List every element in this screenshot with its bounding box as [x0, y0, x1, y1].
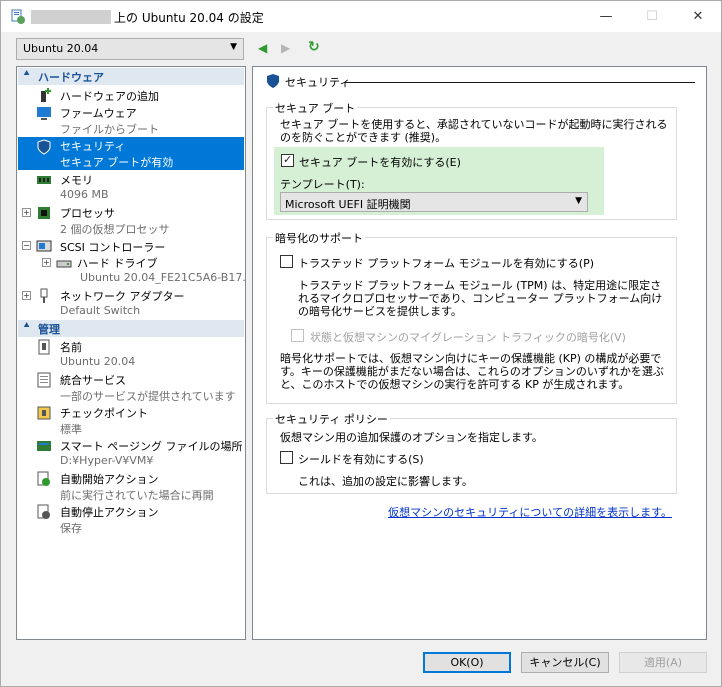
- ok-button[interactable]: OK(O): [423, 652, 511, 673]
- firmware-icon: [37, 107, 51, 120]
- encryption-group-title: 暗号化のサポート: [273, 230, 365, 246]
- sidebar-item-firmware[interactable]: ファームウェア ファイルからブート: [18, 104, 244, 137]
- cancel-button[interactable]: キャンセル(C): [521, 652, 609, 673]
- integration-services-icon: [37, 372, 51, 388]
- settings-window: 上の Ubuntu 20.04 の設定 — ☐ ✕ Ubuntu 20.04 ▼…: [0, 0, 722, 687]
- secure-boot-group: セキュア ブート セキュア ブートを使用すると、承認されていないコードが起動時に…: [266, 100, 677, 220]
- title-bar: 上の Ubuntu 20.04 の設定 — ☐ ✕: [1, 1, 721, 32]
- add-hardware-icon: [41, 88, 51, 102]
- migration-encryption-label: 状態と仮想マシンのマイグレーション トラフィックの暗号化(V): [310, 331, 626, 344]
- page-header: セキュリティ: [265, 73, 695, 91]
- minimize-button[interactable]: —: [583, 1, 629, 32]
- security-settings-panel: セキュリティ セキュア ブート セキュア ブートを使用すると、承認されていないコ…: [252, 66, 707, 640]
- tpm-description: トラステッド プラットフォーム モジュール (TPM) は、特定用途に限定される…: [298, 279, 663, 318]
- sidebar-item-processor[interactable]: + プロセッサ 2 個の仮想プロセッサ: [18, 204, 244, 237]
- maximize-button: ☐: [646, 9, 658, 24]
- management-section-header[interactable]: ⯅ 管理: [18, 320, 244, 337]
- key-protector-description: 暗号化サポートでは、仮想マシン向けにキーの保護機能 (KP) の構成が必要です。…: [280, 352, 664, 391]
- sidebar-item-auto-stop[interactable]: 自動停止アクション 保存: [18, 503, 244, 536]
- sidebar-item-integration-services[interactable]: 統合サービス 一部のサービスが提供されています: [18, 371, 244, 404]
- shield-icon: [267, 74, 279, 88]
- collapse-icon: ⯅: [23, 321, 31, 331]
- back-arrow-icon[interactable]: ◀: [258, 41, 267, 55]
- tpm-checkbox-label[interactable]: トラステッド プラットフォーム モジュールを有効にする(P): [298, 255, 594, 271]
- vm-selector-value: Ubuntu 20.04: [23, 42, 99, 55]
- scsi-controller-icon: [36, 240, 52, 252]
- sidebar-item-memory[interactable]: メモリ 4096 MB: [18, 171, 244, 204]
- secure-boot-checkbox[interactable]: [281, 153, 294, 167]
- close-button[interactable]: ✕: [675, 1, 721, 32]
- auto-start-icon: [37, 471, 50, 486]
- window-title: 上の Ubuntu 20.04 の設定: [114, 11, 264, 25]
- expand-icon[interactable]: +: [22, 291, 31, 300]
- sidebar-item-hard-drive[interactable]: + ハード ドライブ Ubuntu 20.04_FE21C5A6-B17...: [18, 254, 245, 287]
- security-policy-description: 仮想マシン用の追加保護のオプションを指定します。: [280, 431, 543, 444]
- expand-icon[interactable]: +: [22, 208, 31, 217]
- sidebar-item-checkpoint[interactable]: チェックポイント 標準: [18, 404, 244, 437]
- network-adapter-icon: [40, 288, 48, 303]
- vm-selector[interactable]: Ubuntu 20.04 ▼: [16, 38, 244, 60]
- chevron-down-icon: ▼: [575, 196, 582, 206]
- auto-stop-icon: [37, 504, 50, 519]
- expand-icon[interactable]: +: [42, 258, 51, 267]
- security-policy-group-title: セキュリティ ポリシー: [273, 411, 390, 427]
- refresh-icon[interactable]: ↻: [308, 39, 320, 55]
- chevron-down-icon: ▼: [230, 42, 237, 52]
- sidebar-item-security[interactable]: セキュリティ セキュア ブートが有効: [18, 137, 244, 170]
- shield-icon: [37, 139, 51, 155]
- security-policy-group: セキュリティ ポリシー 仮想マシン用の追加保護のオプションを指定します。 シール…: [266, 411, 677, 494]
- shield-checkbox-label[interactable]: シールドを有効にする(S): [298, 451, 424, 467]
- page-title: セキュリティ: [285, 76, 351, 89]
- memory-icon: [37, 176, 51, 184]
- sidebar-item-add-hardware[interactable]: ハードウェアの追加: [18, 86, 244, 103]
- collapse-tree-icon[interactable]: −: [22, 241, 31, 250]
- sidebar-item-scsi-controller[interactable]: − SCSI コントローラー: [18, 237, 244, 254]
- checkpoint-icon: [37, 406, 51, 420]
- hyper-v-settings-icon: [11, 9, 25, 24]
- header-divider: [345, 82, 695, 83]
- processor-icon: [38, 207, 50, 219]
- collapse-icon: ⯅: [23, 69, 31, 79]
- redacted-host-name: [31, 10, 111, 24]
- security-details-link[interactable]: 仮想マシンのセキュリティについての詳細を表示します。: [388, 504, 672, 520]
- migration-encryption-checkbox: [291, 329, 304, 342]
- hardware-section-header[interactable]: ⯅ ハードウェア: [18, 68, 244, 85]
- smart-paging-icon: [37, 441, 51, 451]
- settings-tree: ⯅ ハードウェア ハードウェアの追加 ファームウェア ファイルからブート セキュ…: [16, 66, 246, 640]
- forward-arrow-icon: ▶: [281, 41, 291, 55]
- tpm-checkbox[interactable]: [280, 255, 293, 268]
- template-select-value: Microsoft UEFI 証明機関: [285, 198, 411, 211]
- secure-boot-group-title: セキュア ブート: [273, 100, 358, 116]
- sidebar-item-network-adapter[interactable]: + ネットワーク アダプター Default Switch: [18, 287, 244, 320]
- sidebar-item-name[interactable]: 名前 Ubuntu 20.04: [18, 338, 244, 371]
- sidebar-item-smart-paging[interactable]: スマート ページング ファイルの場所 D:¥Hyper-V¥VM¥: [18, 437, 244, 470]
- template-label: テンプレート(T):: [280, 178, 365, 191]
- name-icon: [38, 339, 50, 355]
- shield-checkbox[interactable]: [280, 451, 293, 464]
- apply-button: 適用(A): [619, 652, 707, 673]
- hard-drive-icon: [56, 260, 72, 268]
- shield-note: これは、追加の設定に影響します。: [298, 475, 473, 488]
- secure-boot-description: セキュア ブートを使用すると、承認されていないコードが起動時に実行されるのを防ぐ…: [280, 118, 668, 144]
- encryption-support-group: 暗号化のサポート トラステッド プラットフォーム モジュールを有効にする(P) …: [266, 230, 677, 404]
- sidebar-item-auto-start[interactable]: 自動開始アクション 前に実行されていた場合に再開: [18, 470, 244, 503]
- template-select[interactable]: Microsoft UEFI 証明機関 ▼: [280, 192, 588, 212]
- secure-boot-checkbox-label[interactable]: セキュア ブートを有効にする(E): [299, 154, 461, 170]
